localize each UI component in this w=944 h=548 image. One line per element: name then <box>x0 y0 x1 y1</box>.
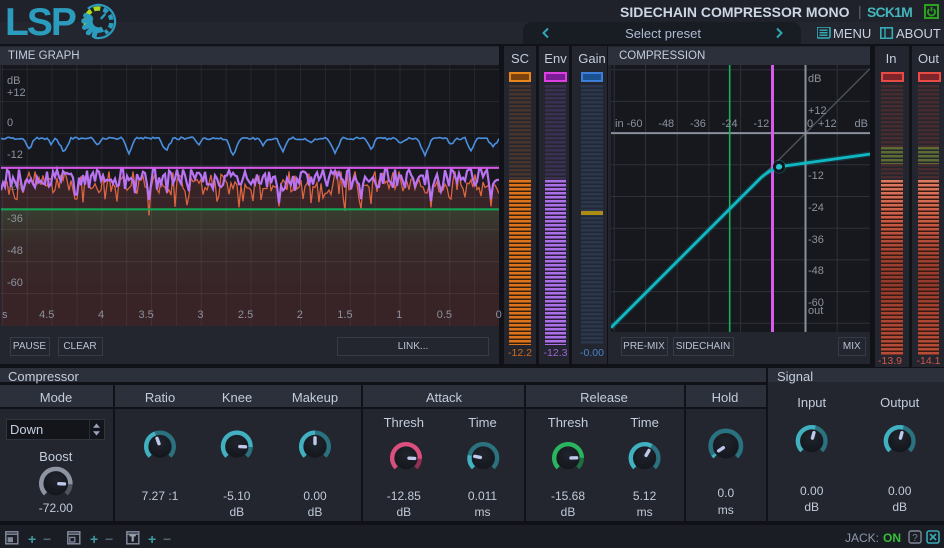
svg-text:LSP: LSP <box>5 2 76 44</box>
svg-text:?: ? <box>912 533 918 544</box>
